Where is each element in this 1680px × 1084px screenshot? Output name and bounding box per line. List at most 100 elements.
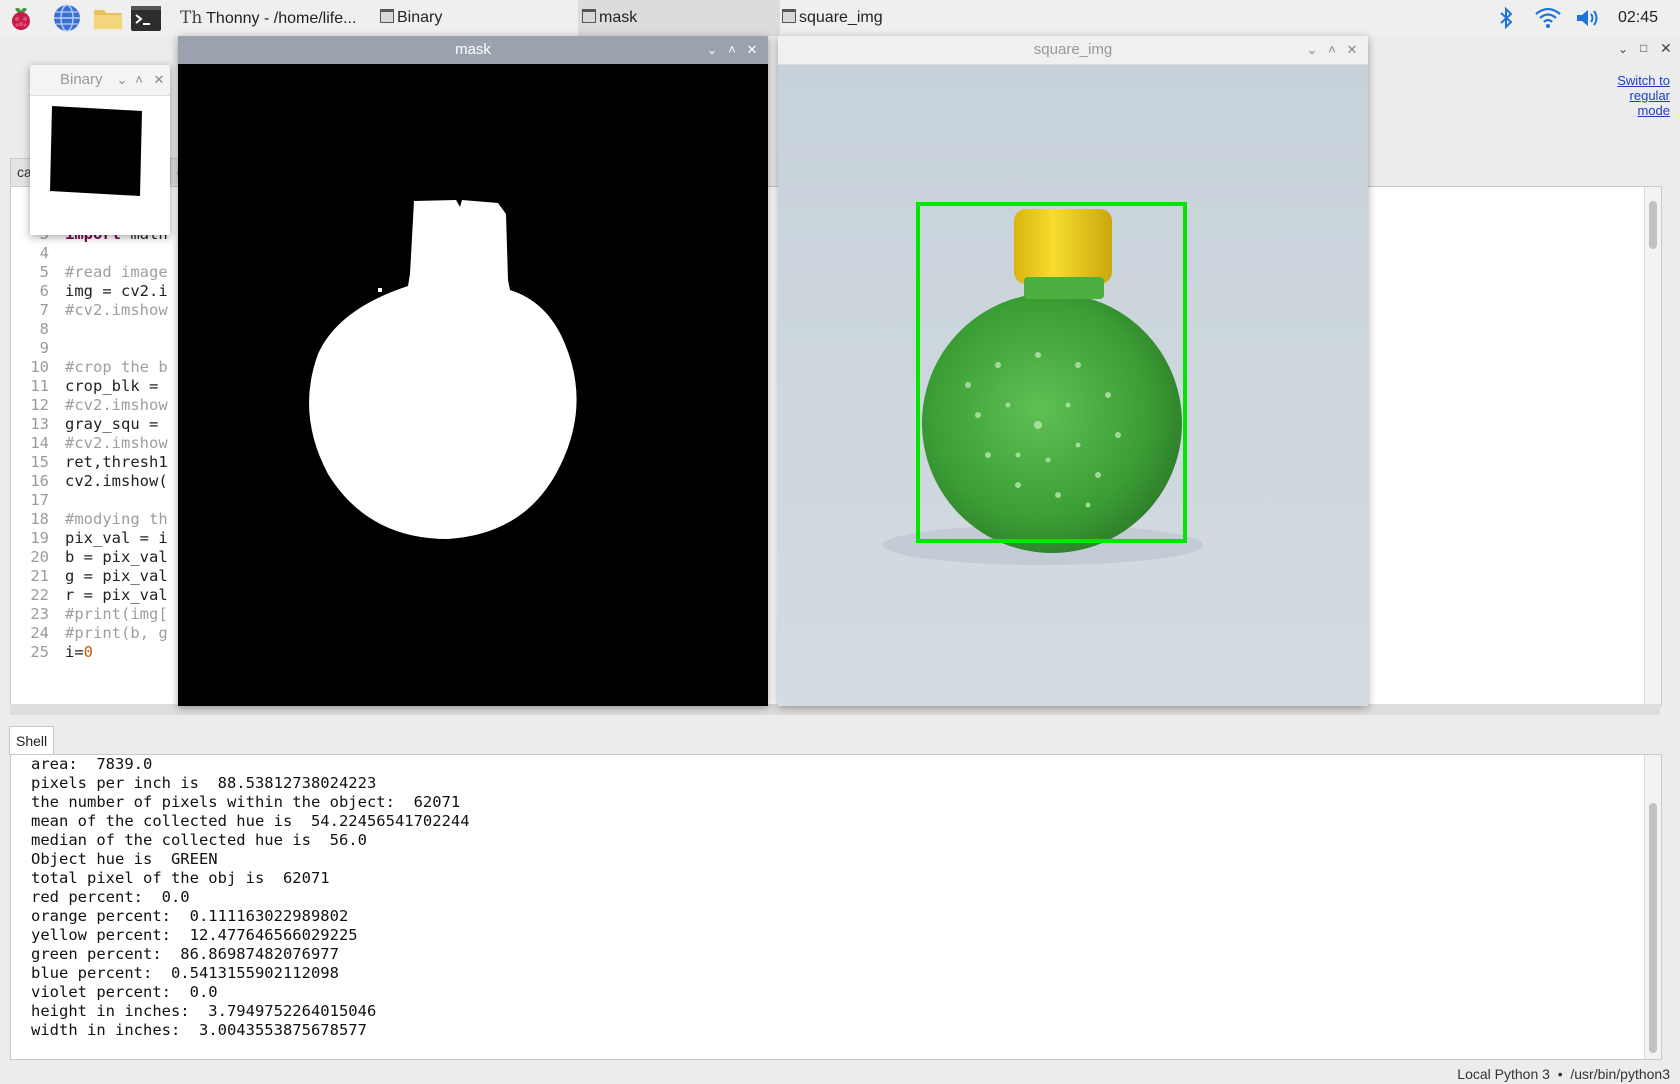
shell-tab[interactable]: Shell: [9, 726, 55, 755]
code-line: 23 #print(img[: [11, 605, 167, 624]
line-number: 16: [30, 472, 49, 490]
line-number: 4: [39, 244, 49, 262]
editor-vertical-scrollbar[interactable]: [1644, 187, 1661, 705]
chevron-down-icon[interactable]: ⌄: [702, 36, 722, 64]
task-mask[interactable]: mask: [578, 0, 780, 36]
shell-line: median of the collected hue is 56.0: [31, 831, 367, 849]
task-square-img[interactable]: square_img: [782, 0, 982, 36]
maximize-icon[interactable]: ˄: [1322, 36, 1342, 64]
task-square-img-label: square_img: [799, 9, 883, 26]
line-number: 19: [30, 529, 49, 547]
line-number: 9: [39, 339, 49, 357]
code-line: 5 #read image: [11, 263, 168, 282]
line-number: 8: [39, 320, 49, 338]
shell-line: width in inches: 3.0043553875678577: [31, 1021, 367, 1039]
minimize-icon[interactable]: ⌄: [1618, 42, 1628, 56]
file-manager-icon[interactable]: [92, 3, 122, 33]
terminal-icon[interactable]: [130, 3, 161, 33]
code-line: 10 #crop the b: [11, 358, 167, 377]
clock[interactable]: 02:45: [1618, 0, 1658, 36]
switch-mode-line-2: regular: [1629, 88, 1670, 103]
task-binary[interactable]: Binary: [380, 0, 570, 36]
bluetooth-icon[interactable]: [1496, 6, 1516, 33]
line-number: 15: [30, 453, 49, 471]
maximize-icon[interactable]: ˄: [722, 36, 742, 64]
taskbar: Th Thonny - /home/life... Binary mask sq…: [0, 0, 1680, 37]
raspberry-menu-icon[interactable]: [6, 3, 36, 33]
chevron-down-icon[interactable]: ⌄: [1302, 36, 1322, 64]
code-token: gray_squ =: [65, 415, 168, 433]
scrollbar-thumb[interactable]: [1649, 201, 1657, 249]
shell-line: Object hue is GREEN: [31, 850, 218, 868]
line-number: 18: [30, 510, 49, 528]
binary-image: [30, 96, 170, 235]
code-token: img = cv2.i: [65, 282, 168, 300]
window-icon: [782, 9, 796, 23]
code-token: i=: [65, 643, 84, 661]
code-line: 22 r = pix_val: [11, 586, 167, 605]
shell-line: orange percent: 0.111163022989802: [31, 907, 349, 925]
code-line: 4: [11, 244, 65, 263]
code-token: b = pix_val: [65, 548, 168, 566]
mask-title-bar[interactable]: mask: [178, 36, 768, 64]
shell-line: the number of pixels within the object: …: [31, 793, 461, 811]
code-token: #cv2.imshow: [65, 301, 168, 319]
line-number: 11: [30, 377, 49, 395]
window-icon: [380, 9, 394, 23]
code-token: #cv2.imshow: [65, 396, 168, 414]
volume-icon[interactable]: [1574, 6, 1602, 33]
code-line: 19 pix_val = i: [11, 529, 167, 548]
code-token: #cv2.imshow: [65, 434, 168, 452]
binary-title: Binary: [60, 71, 103, 88]
task-binary-label: Binary: [397, 9, 443, 26]
thonny-icon: Th: [180, 8, 203, 28]
shell-line: violet percent: 0.0: [31, 983, 218, 1001]
close-icon[interactable]: ✕: [150, 65, 168, 95]
close-icon[interactable]: ✕: [742, 36, 762, 64]
code-line: 16 cv2.imshow(: [11, 472, 167, 491]
code-line: 13 gray_squ =: [11, 415, 168, 434]
code-line: 21 g = pix_val: [11, 567, 167, 586]
close-icon[interactable]: ✕: [1342, 36, 1362, 64]
line-number: 7: [39, 301, 49, 319]
code-line: 6 img = cv2.i: [11, 282, 168, 301]
code-line: 17: [11, 491, 65, 510]
close-icon[interactable]: ✕: [1660, 40, 1672, 57]
chevron-down-icon[interactable]: ⌄: [116, 65, 128, 95]
binary-window-controls: ⌄ ˄ ✕: [116, 65, 168, 93]
line-number: 20: [30, 548, 49, 566]
mask-image: [178, 64, 768, 706]
shell-vertical-scrollbar[interactable]: [1644, 755, 1661, 1059]
shell-line: green percent: 86.86987482076977: [31, 945, 339, 963]
line-number: 13: [30, 415, 49, 433]
window-icon: [582, 9, 596, 23]
shell-line: height in inches: 3.7949752264015046: [31, 1002, 377, 1020]
status-bar[interactable]: Local Python 3 • /usr/bin/python3: [1457, 1064, 1670, 1084]
shell-line: total pixel of the obj is 62071: [31, 869, 330, 887]
switch-mode-link[interactable]: Switch to regular mode: [1617, 73, 1670, 118]
mask-window-controls: ⌄ ˄ ✕: [702, 36, 762, 64]
line-number: 10: [30, 358, 49, 376]
line-number: 24: [30, 624, 49, 642]
binary-window: Binary ⌄ ˄ ✕: [30, 65, 170, 235]
square-img-image: [778, 65, 1368, 706]
task-thonny[interactable]: Th Thonny - /home/life...: [180, 0, 370, 36]
wifi-icon[interactable]: [1534, 6, 1562, 33]
maximize-icon[interactable]: □: [1640, 41, 1647, 55]
shell-line: pixels per inch is 88.53812738024223: [31, 774, 377, 792]
shell-line: area: 7839.0: [31, 755, 153, 773]
line-number: 12: [30, 396, 49, 414]
code-line: 24 #print(b, g: [11, 624, 167, 643]
scrollbar-thumb[interactable]: [1649, 803, 1657, 1053]
maximize-icon[interactable]: ˄: [128, 65, 150, 95]
browser-icon[interactable]: [52, 3, 82, 33]
square-img-window-controls: ⌄ ˄ ✕: [1302, 36, 1362, 64]
square-img-title-bar[interactable]: square_img: [778, 36, 1368, 65]
shell-panel[interactable]: area: 7839.0 pixels per inch is 88.538127…: [10, 754, 1662, 1060]
code-line: 12 #cv2.imshow: [11, 396, 168, 415]
task-thonny-label: Thonny - /home/life...: [206, 10, 357, 27]
switch-mode-line-1: Switch to: [1617, 73, 1670, 88]
switch-mode-line-3: mode: [1637, 103, 1670, 118]
square-img-title: square_img: [1033, 41, 1113, 58]
code-line: 8: [11, 320, 65, 339]
